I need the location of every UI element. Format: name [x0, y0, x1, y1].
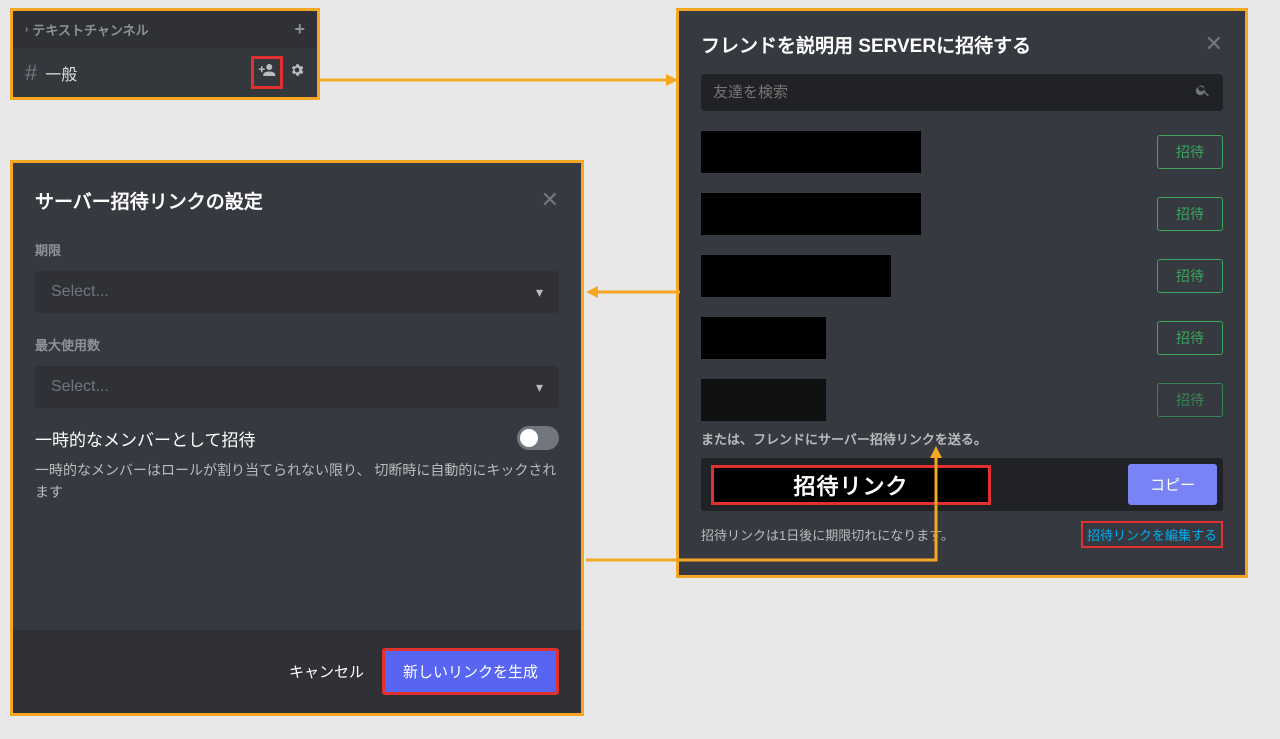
invite-button[interactable]: 招待 — [1157, 321, 1223, 355]
expire-note: 招待リンクは1日後に期限切れになります。 — [701, 525, 954, 544]
edit-invite-link[interactable]: 招待リンクを編集する — [1081, 521, 1223, 548]
expire-placeholder: Select... — [51, 283, 109, 301]
invite-friends-modal: フレンドを説明用 SERVERに招待する ✕ 招待招待招待招待招待 または、フレ… — [676, 8, 1248, 578]
invite-settings-modal: サーバー招待リンクの設定 ✕ 期限 Select... ▾ 最大使用数 Sele… — [10, 160, 584, 716]
channel-sidebar-panel: › テキストチャンネル + # 一般 — [10, 8, 320, 100]
chevron-right-icon: › — [25, 24, 28, 35]
invite-link-row: 招待リンク コピー — [701, 458, 1223, 511]
friend-row: 招待 — [679, 125, 1245, 187]
channel-name: 一般 — [45, 61, 243, 85]
temp-member-desc: 一時的なメンバーはロールが割り当てられない限り、 切断時に自動的にキックされます — [13, 459, 581, 504]
hash-icon: # — [25, 60, 37, 86]
close-icon[interactable]: ✕ — [1205, 31, 1223, 58]
invite-button[interactable]: 招待 — [1157, 259, 1223, 293]
temp-member-title: 一時的なメンバーとして招待 — [35, 426, 256, 451]
friend-row: 招待 — [679, 373, 1245, 425]
friend-name-mask — [701, 379, 826, 421]
invite-button[interactable]: 招待 — [1157, 135, 1223, 169]
friend-search-input[interactable] — [713, 84, 1195, 101]
friend-row: 招待 — [679, 249, 1245, 311]
max-uses-placeholder: Select... — [51, 378, 109, 396]
annotation-arrow — [320, 50, 680, 110]
alt-invite-text: または、フレンドにサーバー招待リンクを送る。 — [679, 425, 1245, 458]
cancel-button[interactable]: キャンセル — [289, 661, 364, 682]
friend-name-mask — [701, 131, 921, 173]
category-header[interactable]: › テキストチャンネル + — [13, 11, 317, 48]
friend-search-row[interactable] — [701, 74, 1223, 111]
search-icon — [1195, 82, 1211, 103]
category-name: テキストチャンネル — [32, 20, 294, 39]
generate-link-button[interactable]: 新しいリンクを生成 — [382, 648, 559, 695]
modal-title: サーバー招待リンクの設定 — [35, 187, 263, 214]
plus-icon[interactable]: + — [294, 19, 305, 40]
friend-name-mask — [701, 255, 891, 297]
expire-select[interactable]: Select... ▾ — [35, 271, 559, 313]
channel-row[interactable]: # 一般 — [13, 48, 317, 97]
gear-icon[interactable] — [289, 62, 305, 83]
max-uses-label: 最大使用数 — [13, 327, 581, 362]
invite-link-mask: 招待リンク — [711, 465, 991, 505]
temp-member-toggle[interactable] — [517, 426, 559, 450]
friend-name-mask — [701, 317, 826, 359]
friend-row: 招待 — [679, 311, 1245, 373]
expire-label: 期限 — [13, 232, 581, 267]
chevron-down-icon: ▾ — [536, 379, 543, 396]
friend-row: 招待 — [679, 187, 1245, 249]
invite-modal-title: フレンドを説明用 SERVERに招待する — [701, 31, 1031, 58]
invite-button[interactable]: 招待 — [1157, 383, 1223, 417]
friend-name-mask — [701, 193, 921, 235]
annotation-arrow — [586, 272, 682, 312]
max-uses-select[interactable]: Select... ▾ — [35, 366, 559, 408]
invite-button[interactable]: 招待 — [1157, 197, 1223, 231]
copy-button[interactable]: コピー — [1128, 464, 1217, 505]
add-person-icon[interactable] — [258, 61, 276, 84]
close-icon[interactable]: ✕ — [541, 187, 559, 214]
invite-icon-highlight — [251, 56, 283, 89]
chevron-down-icon: ▾ — [536, 284, 543, 301]
